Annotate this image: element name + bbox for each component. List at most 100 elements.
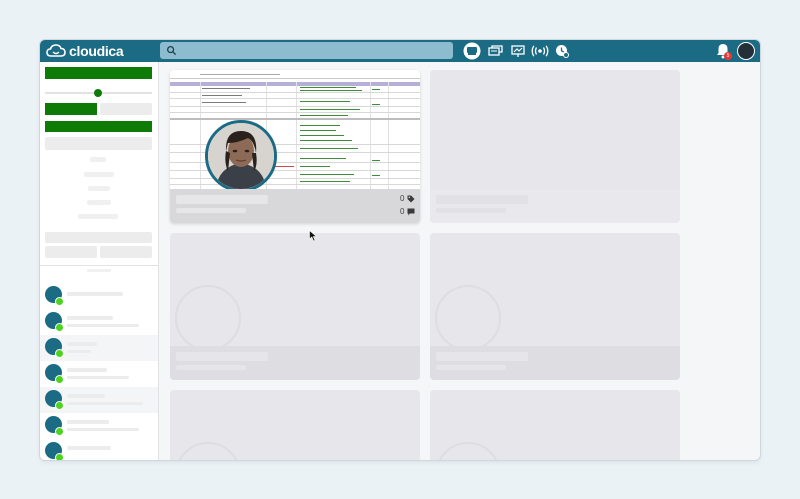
sheet-line [170, 112, 420, 113]
menu-item-placeholder[interactable] [87, 200, 111, 205]
avatar-placeholder [175, 442, 241, 460]
card-footer [430, 346, 680, 380]
tab-inactive-button[interactable] [100, 103, 152, 115]
session-subtitle-placeholder [176, 208, 246, 213]
session-card-placeholder[interactable] [170, 233, 420, 380]
tag-count: 0 [400, 194, 405, 203]
sheet-text [300, 181, 350, 182]
presentation-icon[interactable] [510, 42, 526, 60]
sheet-line [170, 118, 420, 120]
sheet-text [300, 148, 358, 149]
contact-item[interactable] [40, 335, 158, 361]
contacts-header-placeholder [87, 269, 111, 272]
sheet-line [170, 184, 420, 185]
avatar-placeholder [435, 442, 501, 460]
slider-handle[interactable] [94, 89, 102, 97]
contact-name-placeholder [67, 394, 105, 398]
online-status-icon [55, 453, 64, 460]
cloud-logo-icon [46, 44, 66, 57]
session-card-placeholder[interactable] [430, 233, 680, 380]
menu-item-placeholder[interactable] [88, 186, 110, 191]
sheet-text [300, 87, 356, 88]
volume-slider[interactable] [45, 89, 152, 97]
sheet-text [300, 158, 346, 159]
participant-portrait [208, 123, 274, 189]
avatar-placeholder [435, 285, 501, 351]
title-placeholder [176, 352, 268, 361]
menu-item-placeholder[interactable] [78, 214, 118, 219]
contact-name-placeholder [67, 446, 111, 450]
session-card-placeholder[interactable] [430, 70, 680, 223]
info-panel-placeholder [45, 137, 152, 150]
shared-document-thumbnail[interactable] [170, 70, 420, 189]
online-status-icon [55, 401, 64, 410]
sheet-text [300, 115, 348, 116]
brand-name: cloudica [69, 43, 124, 59]
filter-option-placeholder[interactable] [100, 246, 152, 258]
contact-status-placeholder [67, 376, 129, 379]
sheet-text [300, 101, 350, 102]
participant-video-bubble[interactable] [205, 120, 277, 189]
app-window: cloudica 5 0 0 [40, 40, 760, 460]
notification-bell-icon[interactable]: 5 [714, 42, 732, 60]
clock-icon[interactable] [554, 42, 570, 60]
contact-item[interactable] [40, 309, 158, 335]
contact-item[interactable] [40, 283, 158, 309]
session-card-placeholder[interactable] [170, 390, 420, 460]
session-card-placeholder[interactable] [430, 390, 680, 460]
sheet-text [300, 125, 340, 126]
subtitle-placeholder [176, 365, 246, 370]
filter-option-placeholder[interactable] [45, 246, 97, 258]
mouse-cursor-icon [309, 230, 318, 242]
contact-name-placeholder [67, 292, 123, 296]
active-session-card[interactable]: 0 0 [170, 70, 420, 223]
tab-active-button[interactable] [45, 103, 97, 115]
contact-item[interactable] [40, 387, 158, 413]
search-input[interactable] [160, 42, 453, 59]
sheet-text [202, 95, 242, 96]
sheet-text [300, 109, 360, 110]
comment-counter[interactable]: 0 [400, 207, 415, 216]
sheet-line [170, 98, 420, 99]
comment-count: 0 [400, 207, 405, 216]
contact-status-placeholder [67, 350, 91, 353]
subtitle-placeholder [436, 365, 506, 370]
tag-counter[interactable]: 0 [400, 194, 415, 203]
comment-icon [407, 208, 415, 215]
contact-item[interactable] [40, 439, 158, 460]
contact-item[interactable] [40, 361, 158, 387]
filter-placeholder[interactable] [45, 232, 152, 243]
online-status-icon [55, 427, 64, 436]
online-status-icon [55, 349, 64, 358]
sheet-line [170, 178, 420, 179]
contact-item[interactable] [40, 413, 158, 439]
notification-badge: 5 [724, 52, 732, 60]
session-title-placeholder [176, 195, 268, 204]
sheet-line [170, 106, 420, 107]
sheet-line [170, 92, 420, 93]
sheet-text [372, 175, 380, 176]
chat-icon[interactable] [487, 42, 503, 60]
sheet-text [300, 135, 344, 136]
divider [40, 265, 158, 266]
sheet-text [300, 90, 362, 91]
broadcast-icon[interactable] [530, 42, 550, 60]
contact-status-placeholder [67, 428, 139, 431]
card-footer: 0 0 [170, 189, 420, 223]
title-placeholder [436, 195, 528, 204]
sheet-text [300, 174, 354, 175]
brand-logo[interactable]: cloudica [46, 42, 124, 60]
contact-status-placeholder [67, 402, 143, 405]
meeting-icon[interactable] [462, 42, 482, 60]
menu-item-placeholder[interactable] [90, 157, 106, 162]
primary-action-button[interactable] [45, 67, 152, 79]
search-icon [167, 46, 177, 56]
menu-item-placeholder[interactable] [84, 172, 114, 177]
sheet-text [372, 89, 380, 90]
sheet-header-row [170, 82, 420, 86]
title-placeholder [436, 352, 528, 361]
contact-name-placeholder [67, 368, 107, 372]
sheet-text [300, 130, 336, 131]
secondary-action-button[interactable] [45, 121, 152, 132]
user-avatar[interactable] [737, 42, 755, 60]
